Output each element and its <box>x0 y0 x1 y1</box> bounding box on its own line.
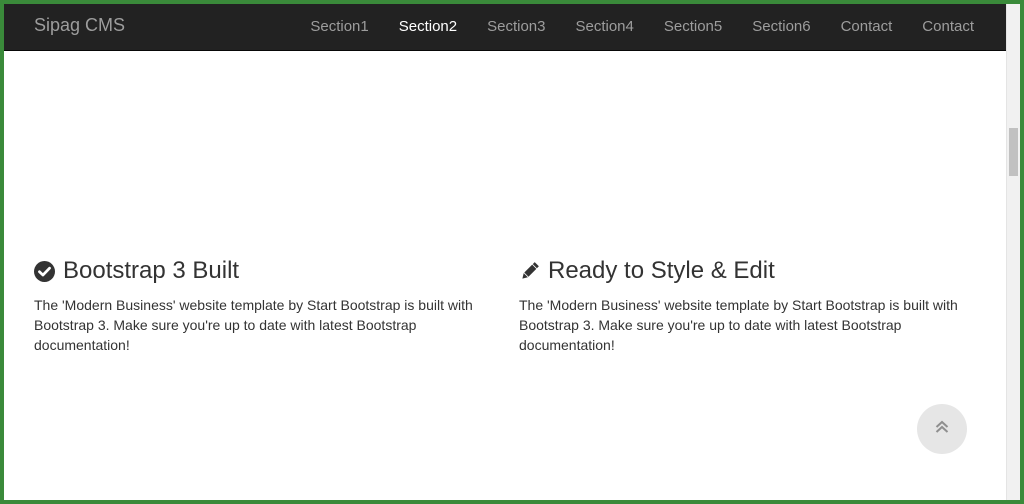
nav-item-section1[interactable]: Section1 <box>295 4 383 50</box>
nav-item-section2[interactable]: Section2 <box>384 4 472 50</box>
nav-item-section5[interactable]: Section5 <box>649 4 737 50</box>
pencil-icon <box>519 261 540 282</box>
nav-item-section3[interactable]: Section3 <box>472 4 560 50</box>
feature-title: Ready to Style & Edit <box>548 257 775 284</box>
check-circle-icon <box>34 260 55 282</box>
brand-link[interactable]: Sipag CMS <box>34 15 125 36</box>
feature-heading: Bootstrap 3 Built <box>34 256 484 286</box>
nav-item-section6[interactable]: Section6 <box>737 4 825 50</box>
feature-title: Bootstrap 3 Built <box>63 257 240 284</box>
feature-style: Ready to Style & Edit The 'Modern Busine… <box>519 256 969 355</box>
page-scrollbar[interactable] <box>1006 4 1020 500</box>
navbar: Sipag CMS Section1 Section2 Section3 Sec… <box>4 4 1007 51</box>
double-chevron-up-icon <box>934 419 950 440</box>
nav-menu: Section1 Section2 Section3 Section4 Sect… <box>295 4 989 50</box>
nav-item-section4[interactable]: Section4 <box>560 4 648 50</box>
feature-bootstrap: Bootstrap 3 Built The 'Modern Business' … <box>34 256 484 355</box>
nav-item-contact-2[interactable]: Contact <box>907 4 989 50</box>
scrollbar-thumb[interactable] <box>1009 128 1018 176</box>
nav-item-contact[interactable]: Contact <box>826 4 908 50</box>
page-frame: Sipag CMS Section1 Section2 Section3 Sec… <box>4 4 1020 500</box>
scroll-top-button[interactable] <box>917 404 967 454</box>
feature-heading: Ready to Style & Edit <box>519 256 969 286</box>
feature-text: The 'Modern Business' website template b… <box>519 297 958 353</box>
feature-text: The 'Modern Business' website template b… <box>34 297 473 353</box>
